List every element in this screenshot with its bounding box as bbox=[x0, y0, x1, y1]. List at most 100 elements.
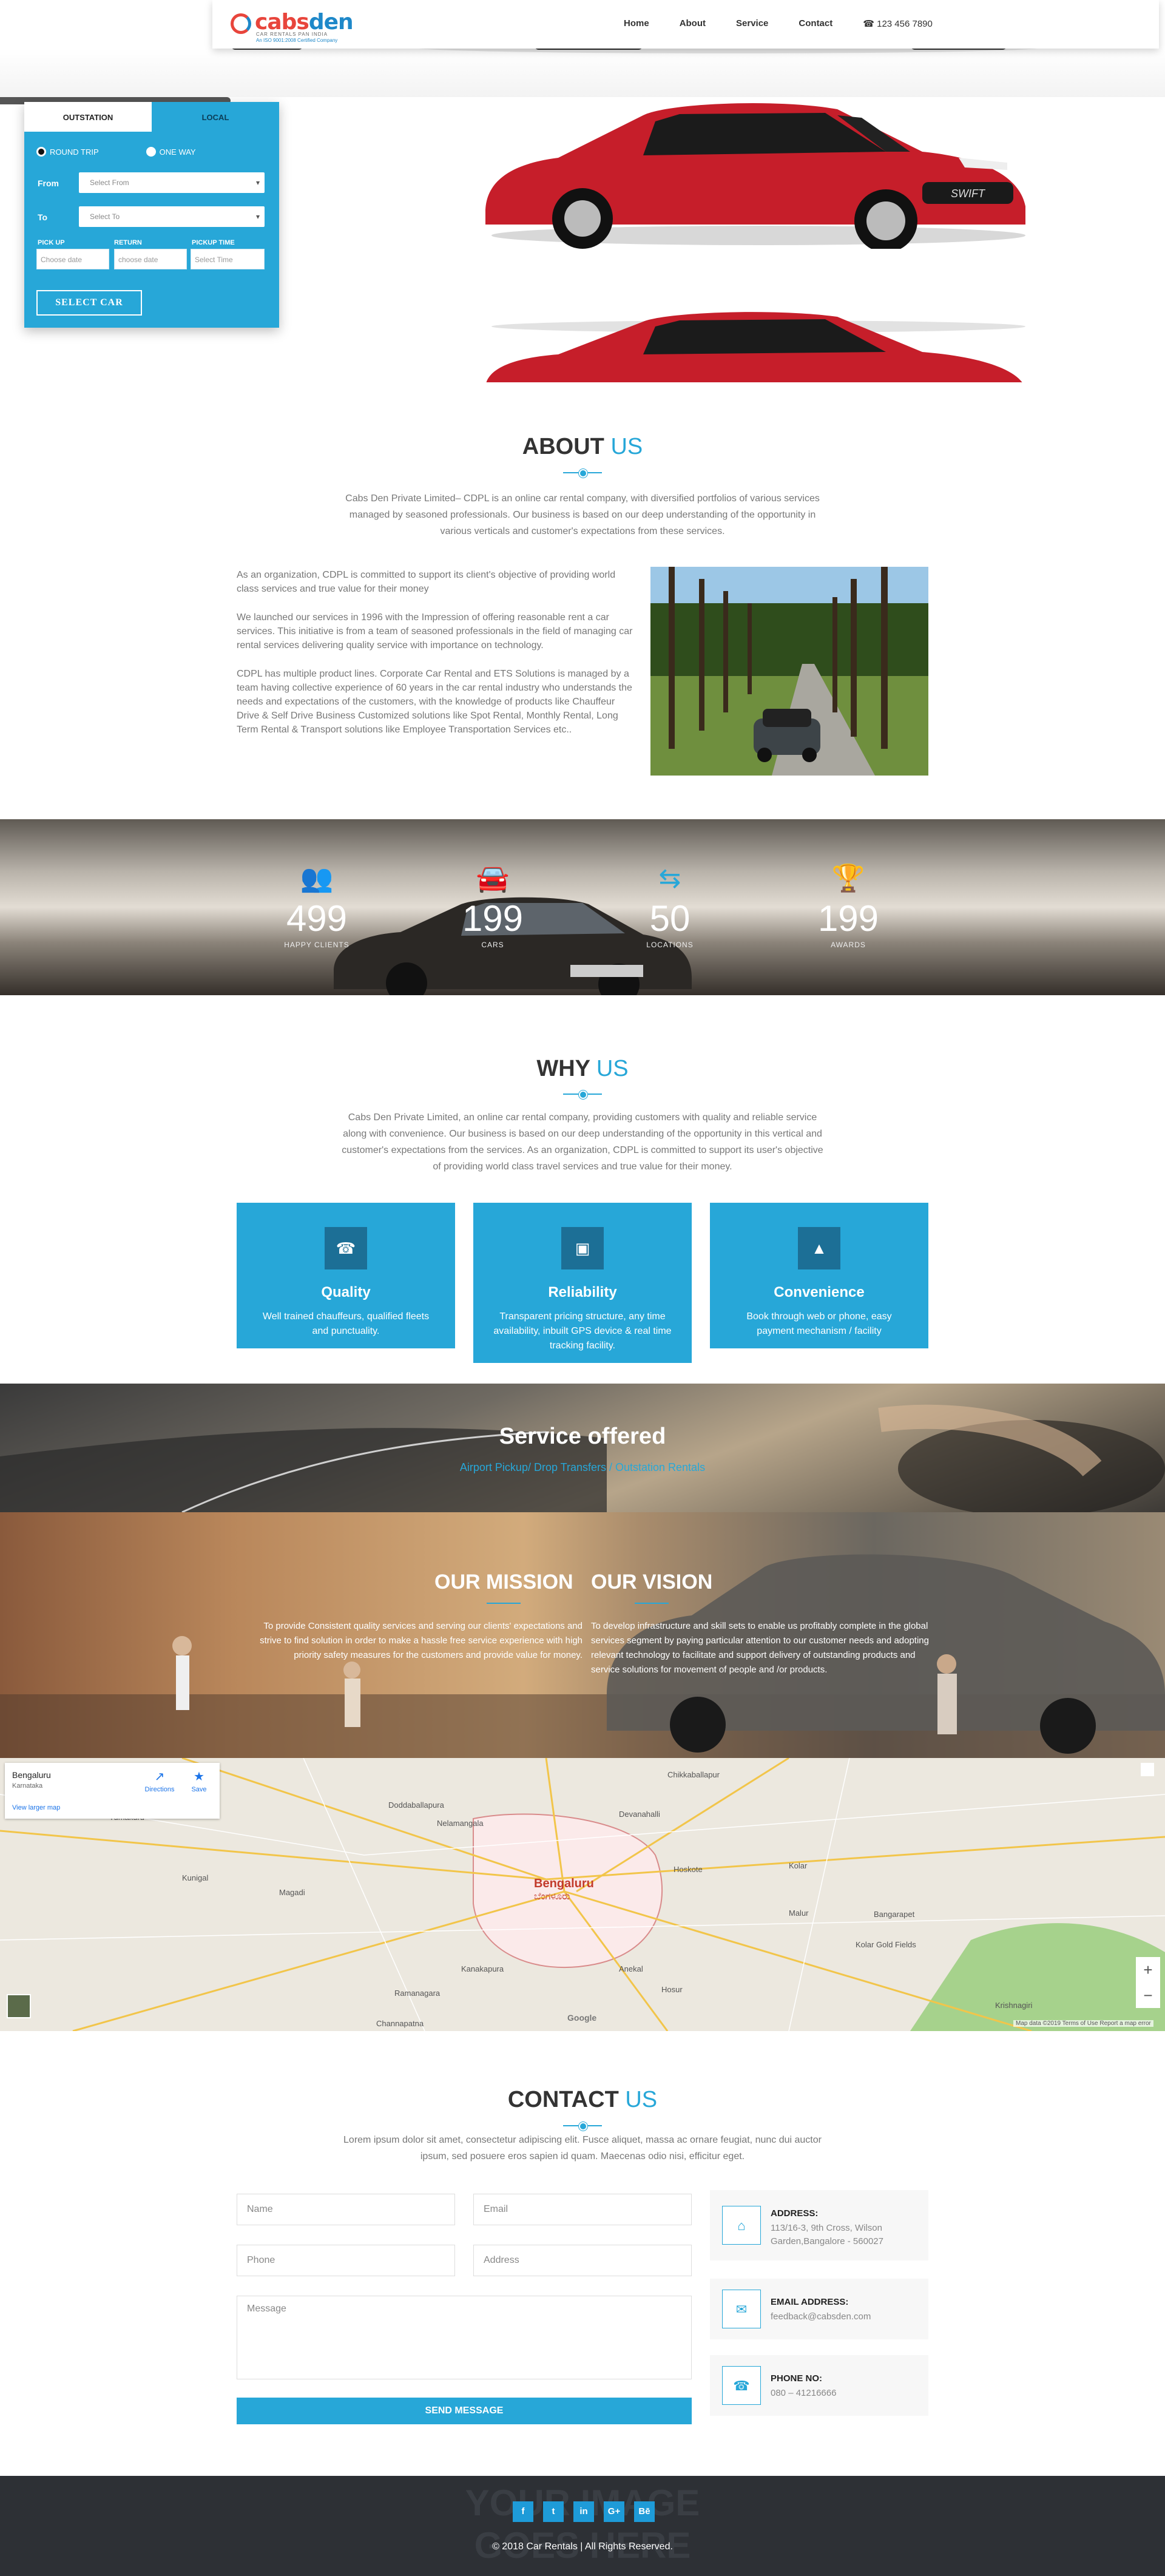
map-place-card: Bengaluru Karnataka View larger map ↗ Di… bbox=[5, 1763, 220, 1819]
map-town: Doddaballapura bbox=[388, 1800, 444, 1810]
behance-icon[interactable]: Bē bbox=[634, 2501, 655, 2522]
round-trip-radio[interactable]: ROUND TRIP bbox=[36, 147, 99, 157]
directions-button[interactable]: Directions bbox=[144, 1786, 175, 1793]
why-card-quality: ☎ Quality Well trained chauffeurs, quali… bbox=[237, 1203, 455, 1348]
twitter-icon[interactable]: t bbox=[543, 2501, 564, 2522]
logo-tagline: CAR RENTALS PAN INDIA bbox=[256, 32, 328, 37]
envelope-icon: ✉ bbox=[722, 2290, 761, 2328]
logo[interactable]: cabsden CAR RENTALS PAN INDIA An ISO 900… bbox=[231, 8, 358, 43]
contact-section: CONTACT US Lorem ipsum dolor sit amet, c… bbox=[0, 2031, 1165, 2476]
contact-divider bbox=[563, 2122, 602, 2131]
map-town: Malur bbox=[789, 1908, 809, 1918]
save-star-icon[interactable]: ★ bbox=[187, 1769, 211, 1784]
address-input[interactable]: Address bbox=[473, 2245, 692, 2276]
nav-contact[interactable]: Contact bbox=[799, 18, 832, 29]
map-town: Chikkaballapur bbox=[667, 1770, 720, 1779]
trophy-icon: 🏆 bbox=[831, 864, 865, 893]
google-plus-icon[interactable]: G+ bbox=[604, 2501, 624, 2522]
map-town: Kanakapura bbox=[461, 1964, 504, 1973]
svg-text:SWIFT: SWIFT bbox=[951, 188, 986, 200]
stat-awards: 🏆 199 AWARDS bbox=[788, 862, 909, 949]
stat-happy-clients: 👥 499 HAPPY CLIENTS bbox=[256, 862, 377, 949]
main-nav: Home About Service Contact ☎ 123 456 789… bbox=[624, 18, 933, 29]
about-section: ABOUT US Cabs Den Private Limited– CDPL … bbox=[0, 382, 1165, 819]
zoom-in-button[interactable]: + bbox=[1136, 1957, 1160, 1983]
home-icon: ⌂ bbox=[722, 2206, 761, 2245]
select-car-button[interactable]: SELECT CAR bbox=[36, 290, 142, 316]
map-place-name: Bengaluru bbox=[12, 1770, 51, 1780]
footer-placeholder-watermark: YOUR IMAGEGOES HERE bbox=[465, 2483, 700, 2566]
money-icon: ▣ bbox=[561, 1227, 604, 1269]
map-town: Nelamangala bbox=[437, 1819, 484, 1828]
tab-local[interactable]: LOCAL bbox=[152, 102, 279, 134]
google-logo: Google bbox=[567, 2013, 597, 2023]
map-embed[interactable]: Bengaluru ಬೆಂಗಳೂರು Doddaballapura Nelama… bbox=[0, 1758, 1165, 2031]
stat-cars: 🚘 199 CARS bbox=[432, 862, 553, 949]
about-paragraph: As an organization, CDPL is committed to… bbox=[237, 570, 616, 594]
save-button[interactable]: Save bbox=[187, 1786, 211, 1793]
map-town: Kolar bbox=[789, 1861, 808, 1870]
booking-tabs: OUTSTATION LOCAL bbox=[24, 102, 279, 134]
facebook-icon[interactable]: f bbox=[513, 2501, 533, 2522]
contact-intro: Lorem ipsum dolor sit amet, consectetur … bbox=[343, 2135, 822, 2162]
site-header: cabsden CAR RENTALS PAN INDIA An ISO 900… bbox=[0, 0, 1165, 97]
contact-email-link[interactable]: feedback@cabsden.com bbox=[771, 2310, 871, 2324]
map-attribution[interactable]: Map data ©2019 Terms of Use Report a map… bbox=[1013, 2020, 1153, 2027]
message-textarea[interactable]: Message bbox=[237, 2296, 692, 2379]
pickup-date-input[interactable]: Choose date bbox=[36, 249, 109, 269]
radio-selected-icon bbox=[36, 147, 46, 157]
booking-widget: OUTSTATION LOCAL ROUND TRIP ONE WAY From… bbox=[24, 102, 279, 328]
one-way-radio[interactable]: ONE WAY bbox=[146, 147, 196, 157]
mission-background-image bbox=[0, 1554, 1165, 1758]
nav-service[interactable]: Service bbox=[736, 18, 768, 29]
about-paragraph: We launched our services in 1996 with th… bbox=[237, 612, 633, 651]
mission-text: To provide Consistent quality services a… bbox=[260, 1621, 582, 1660]
pickup-time-select[interactable]: Select Time bbox=[191, 249, 265, 269]
phone-icon: ☎ bbox=[325, 1227, 367, 1269]
why-card-convenience: ▲ Convenience Book through web or phone,… bbox=[710, 1203, 928, 1348]
vision-text: To develop infrastructure and skill sets… bbox=[591, 1621, 929, 1675]
about-paragraphs: As an organization, CDPL is committed to… bbox=[237, 568, 637, 751]
why-intro: Cabs Den Private Limited, an online car … bbox=[342, 1112, 823, 1172]
about-divider bbox=[563, 469, 602, 478]
contact-address-card: ⌂ ADDRESS: 113/16-3, 9th Cross, Wilson G… bbox=[710, 2190, 928, 2260]
why-title: WHY US bbox=[536, 1056, 629, 1081]
return-date-input[interactable]: choose date bbox=[114, 249, 187, 269]
linkedin-icon[interactable]: in bbox=[573, 2501, 594, 2522]
map-place-region: Karnataka bbox=[12, 1782, 43, 1790]
mission-vision-section: OUR MISSION To provide Consistent qualit… bbox=[0, 1512, 1165, 1758]
why-card-reliability: ▣ Reliability Transparent pricing struct… bbox=[473, 1203, 692, 1363]
zoom-out-button[interactable]: − bbox=[1136, 1983, 1160, 2008]
map-town: Kunigal bbox=[182, 1873, 209, 1882]
email-input[interactable]: Email bbox=[473, 2194, 692, 2225]
map-town: Kolar Gold Fields bbox=[856, 1940, 916, 1949]
logo-wordmark: cabsden bbox=[255, 10, 354, 35]
directions-icon[interactable]: ↗ bbox=[144, 1769, 175, 1784]
map-town: Hosur bbox=[661, 1985, 683, 1994]
name-input[interactable]: Name bbox=[237, 2194, 455, 2225]
to-label: To bbox=[38, 212, 48, 222]
social-links: f t in G+ Bē bbox=[513, 2501, 655, 2522]
pickup-time-label: PICKUP TIME bbox=[192, 239, 235, 246]
tab-outstation[interactable]: OUTSTATION bbox=[24, 102, 152, 134]
nav-phone[interactable]: ☎ 123 456 7890 bbox=[863, 18, 933, 29]
about-paragraph: CDPL has multiple product lines. Corpora… bbox=[237, 669, 632, 735]
from-select[interactable]: Select From bbox=[79, 172, 265, 193]
to-select[interactable]: Select To bbox=[79, 206, 265, 227]
send-message-button[interactable]: SEND MESSAGE bbox=[237, 2398, 692, 2424]
nav-about[interactable]: About bbox=[680, 18, 706, 29]
why-section: WHY US Cabs Den Private Limited, an onli… bbox=[0, 995, 1165, 1384]
contact-phone-card: ☎ PHONE NO: 080 – 41216666 bbox=[710, 2355, 928, 2416]
vision-title: OUR VISION bbox=[591, 1570, 712, 1604]
about-photo bbox=[650, 567, 928, 776]
map-town: Hoskote bbox=[674, 1865, 703, 1874]
map-town: Bangarapet bbox=[874, 1910, 915, 1919]
site-footer: YOUR IMAGEGOES HERE f t in G+ Bē © 2018 … bbox=[0, 2476, 1165, 2576]
stats-section: 👥 499 HAPPY CLIENTS 🚘 199 CARS ⇆ 50 LOCA… bbox=[0, 819, 1165, 995]
phone-input[interactable]: Phone bbox=[237, 2245, 455, 2276]
hero-banner: SWIFT OUTSTATION LOCAL ROUND TRIP ONE WA… bbox=[0, 97, 1165, 382]
map-town: Ramanagara bbox=[394, 1989, 441, 1998]
nav-home[interactable]: Home bbox=[624, 18, 649, 29]
view-larger-map-link[interactable]: View larger map bbox=[12, 1804, 60, 1811]
contact-title: CONTACT US bbox=[507, 2087, 658, 2112]
